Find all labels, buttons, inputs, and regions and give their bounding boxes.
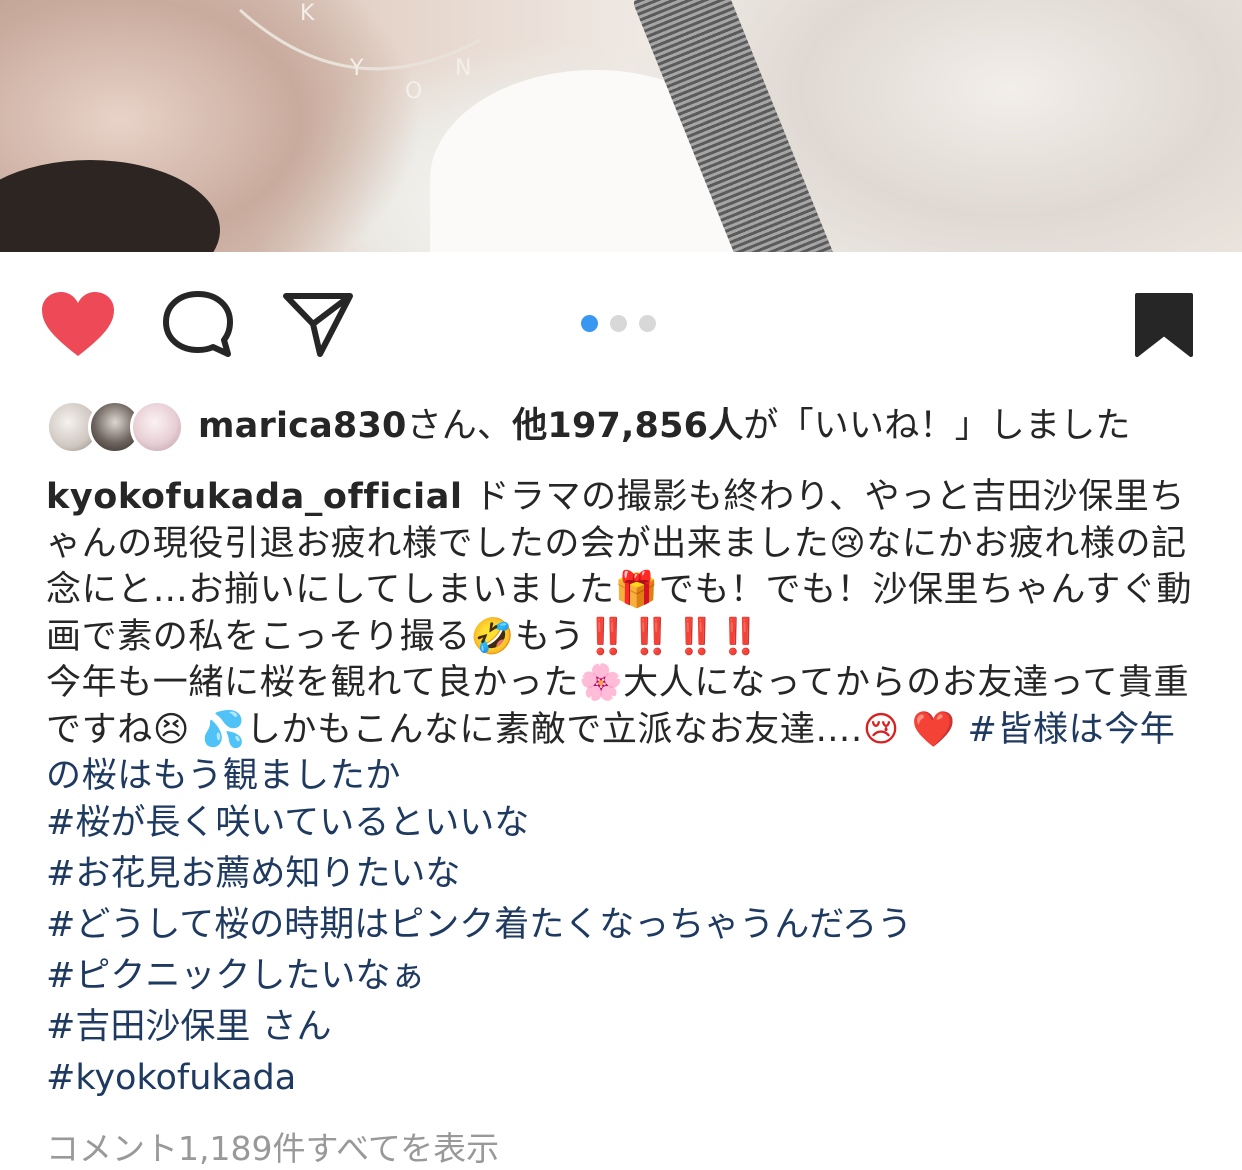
double-exclamation-emoji: ‼️‼️‼️‼️ [585,616,762,657]
carousel-dot [610,315,627,332]
caption-line: 今年も一緒に桜を観れて良かった [46,663,579,703]
share-icon[interactable] [280,288,356,358]
likes-row[interactable]: marica830さん、他197,856人が「いいね！」しました [46,398,1131,454]
svg-text:O: O [405,79,422,104]
cherry-blossom-emoji: 🌸 [578,663,624,703]
hashtag-link[interactable]: #桜が長く咲いているといいな [46,798,1206,849]
first-liker-username[interactable]: marica830 [198,406,407,446]
hashtag-link[interactable]: #ピクニックしたいなぁ [46,951,1206,1002]
carousel-dot [639,315,656,332]
likes-suffix-1: さん、 [406,406,513,446]
hashtag-list: #桜が長く咲いているといいな #お花見お薦め知りたいな #どうして桜の時期はピン… [46,798,1206,1104]
likes-suffix-2: が「いいね！」しました [743,406,1131,446]
caption-text: kyokofukada_official ドラマの撮影も終わり、やっと吉田沙保里… [46,474,1206,660]
liker-avatars[interactable] [46,398,186,454]
svg-text:N: N [455,56,471,81]
carousel-indicator [581,315,656,333]
persevering-emoji: 😣 💦 [152,709,246,750]
laughing-emoji: 🤣 [470,616,515,657]
svg-text:Y: Y [349,56,364,81]
hashtag-link[interactable]: #お花見お薦め知りたいな [46,849,1206,900]
post-photo[interactable]: K Y O N [0,0,1242,252]
photo-necklace: K Y O N [238,1,481,104]
view-all-comments-link[interactable]: コメント1,189件すべてを表示 [46,1122,499,1170]
gift-emoji: 🎁 [614,570,659,610]
crying-emoji: 😢 [829,523,867,564]
likes-summary[interactable]: marica830さん、他197,856人が「いいね！」しました [198,398,1131,454]
likes-count[interactable]: 他197,856人 [512,406,743,446]
heart-emoji: 😢 ❤️ [862,709,956,750]
bookmark-icon[interactable] [1134,292,1194,358]
photo-shadow [0,160,220,252]
post-caption: kyokofukada_official ドラマの撮影も終わり、やっと吉田沙保里… [46,474,1206,800]
caption-line: もう [514,616,586,657]
carousel-dot [581,315,598,332]
avatar[interactable] [130,400,184,454]
caption-line: しかもこんなに素敵で立派なお友達…. [245,709,863,750]
svg-text:K: K [300,1,315,26]
heart-icon[interactable] [40,290,116,360]
hashtag-link[interactable]: #どうして桜の時期はピンク着たくなっちゃうんだろう [46,900,1206,951]
comment-icon[interactable] [160,290,236,360]
hashtag-link[interactable]: #吉田沙保里 さん [46,1002,1206,1053]
caption-username[interactable]: kyokofukada_official [46,477,463,517]
caption-text: 今年も一緒に桜を観れて良かった🌸大人になってからのお友達って貴重ですね😣 💦しか… [46,660,1206,800]
hashtag-link[interactable]: #kyokofukada [46,1053,1206,1104]
